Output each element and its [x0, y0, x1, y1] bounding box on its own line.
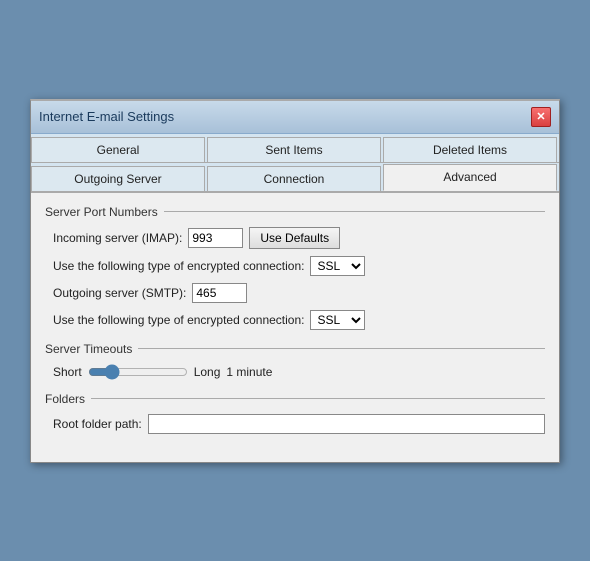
short-label: Short: [53, 365, 82, 379]
encryption-row-1: Use the following type of encrypted conn…: [45, 256, 545, 276]
long-label: Long: [194, 365, 221, 379]
tab-sent-items[interactable]: Sent Items: [207, 137, 381, 162]
root-folder-input[interactable]: [148, 414, 545, 434]
server-timeouts-header: Server Timeouts: [45, 342, 545, 356]
tabs-row2: Outgoing Server Connection Advanced: [31, 163, 559, 193]
root-folder-row: Root folder path:: [45, 414, 545, 434]
encryption-label-1: Use the following type of encrypted conn…: [53, 259, 304, 273]
tabs-row1: General Sent Items Deleted Items: [31, 134, 559, 163]
outgoing-server-input[interactable]: [192, 283, 247, 303]
outgoing-server-row: Outgoing server (SMTP):: [45, 283, 545, 303]
timeout-slider[interactable]: [88, 364, 188, 380]
encryption-row-2: Use the following type of encrypted conn…: [45, 310, 545, 330]
encryption-label-2: Use the following type of encrypted conn…: [53, 313, 304, 327]
server-timeouts-label: Server Timeouts: [45, 342, 132, 356]
close-button[interactable]: ✕: [531, 107, 551, 127]
timeout-value: 1 minute: [226, 365, 272, 379]
folders-label: Folders: [45, 392, 85, 406]
server-port-numbers-header: Server Port Numbers: [45, 205, 545, 219]
folders-header: Folders: [45, 392, 545, 406]
tab-outgoing-server[interactable]: Outgoing Server: [31, 166, 205, 191]
window: Internet E-mail Settings ✕ General Sent …: [30, 99, 560, 463]
slider-container: Short Long 1 minute: [53, 364, 272, 380]
use-defaults-button[interactable]: Use Defaults: [249, 227, 340, 249]
incoming-server-label: Incoming server (IMAP):: [53, 231, 182, 245]
tab-deleted-items[interactable]: Deleted Items: [383, 137, 557, 162]
incoming-server-row: Incoming server (IMAP): Use Defaults: [45, 227, 545, 249]
server-port-numbers-label: Server Port Numbers: [45, 205, 158, 219]
tab-advanced[interactable]: Advanced: [383, 164, 557, 191]
timeout-row: Short Long 1 minute: [45, 364, 545, 380]
content-area: Server Port Numbers Incoming server (IMA…: [31, 193, 559, 462]
tab-general[interactable]: General: [31, 137, 205, 162]
incoming-server-input[interactable]: [188, 228, 243, 248]
title-bar: Internet E-mail Settings ✕: [31, 101, 559, 134]
root-folder-label: Root folder path:: [53, 417, 142, 431]
server-port-numbers-section: Server Port Numbers Incoming server (IMA…: [45, 205, 545, 330]
encryption-select-2[interactable]: SSL TLS Auto None: [310, 310, 365, 330]
folders-section: Folders Root folder path:: [45, 392, 545, 434]
window-title: Internet E-mail Settings: [39, 109, 174, 124]
server-timeouts-section: Server Timeouts Short Long 1 minute: [45, 342, 545, 380]
outgoing-server-label: Outgoing server (SMTP):: [53, 286, 186, 300]
encryption-select-1[interactable]: SSL TLS Auto None: [310, 256, 365, 276]
tab-connection[interactable]: Connection: [207, 166, 381, 191]
